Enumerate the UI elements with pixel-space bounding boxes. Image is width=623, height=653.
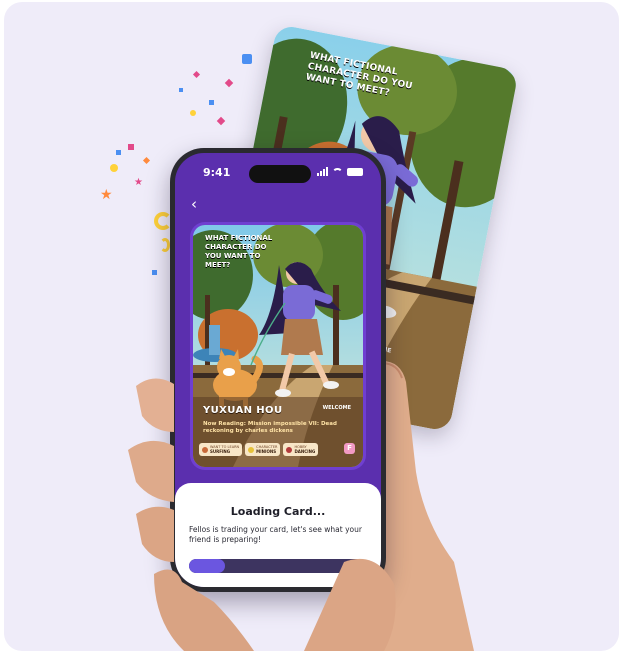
hand-front-shape: [128, 378, 396, 651]
canvas: WHAT FICTIONAL CHARACTER DO YOU WANT TO …: [0, 0, 623, 653]
background-panel: WHAT FICTIONAL CHARACTER DO YOU WANT TO …: [4, 2, 619, 651]
